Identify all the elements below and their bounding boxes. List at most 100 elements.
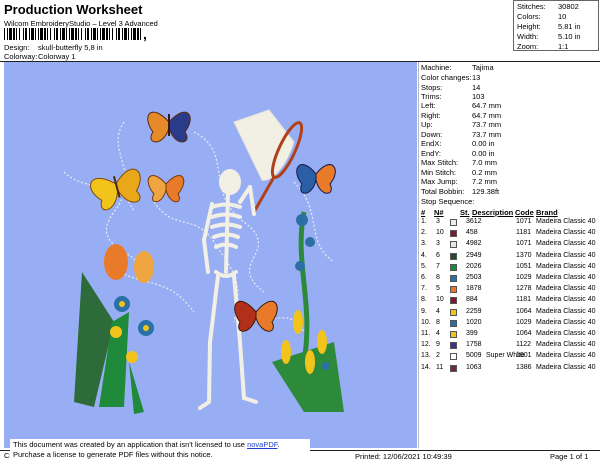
row-num: 3. <box>421 240 427 248</box>
machine-row: EndX: 0.00 in <box>421 139 495 148</box>
machine-row: Left: 64.7 mm <box>421 101 502 110</box>
design-label: Design: <box>4 43 30 52</box>
table-row: 9. 4 2259 1064 Madeira Classic 40 <box>420 308 600 319</box>
butterfly-orange-top <box>147 111 191 143</box>
row-brand: Madeira Classic 40 <box>536 363 596 371</box>
row-brand: Madeira Classic 40 <box>536 274 596 281</box>
row-code: 1001 <box>516 352 532 360</box>
row-num: 14. <box>421 363 431 371</box>
row-brand: Madeira Classic 40 <box>536 296 596 304</box>
row-num: 10. <box>421 318 431 326</box>
flowers-right <box>272 211 344 412</box>
row-code: 1071 <box>516 218 532 225</box>
row-stitches: 5009 <box>466 352 482 360</box>
machine-row: Total Bobbin: 129.38ft <box>421 187 500 196</box>
row-num: 8. <box>421 296 427 304</box>
col-header-code: Code <box>515 208 534 217</box>
row-stitches: 1063 <box>466 363 482 371</box>
col-header-num: # <box>421 208 426 217</box>
row-stitches: 2259 <box>466 307 482 315</box>
row-num: 9. <box>421 307 427 315</box>
stat-colors: Colors: 10 <box>517 12 567 21</box>
printed-timestamp: Printed: 12/06/2021 10:49:39 <box>355 452 452 461</box>
color-swatch <box>450 353 457 361</box>
row-code: 1029 <box>516 274 532 281</box>
row-num: 4. <box>421 251 427 259</box>
notice-text-2: Purchase a license to generate PDF files… <box>13 450 213 459</box>
row-needle: 2 <box>436 352 440 360</box>
stats-box: Stitches: 30802 Colors: 10 Height: 5.81 in … <box>513 0 599 51</box>
row-brand: Madeira Classic 40 <box>536 318 596 326</box>
colorway-value: Colorway 1 <box>38 52 76 61</box>
table-row: 2. 10 458 1181 Madeira Classic 40 <box>420 229 600 240</box>
row-needle: 10 <box>436 229 444 237</box>
row-stitches: 884 <box>466 296 478 304</box>
color-swatch <box>450 286 457 294</box>
row-code: 1064 <box>516 307 532 315</box>
colorway-label: Colorway: <box>4 52 38 61</box>
software-subtitle: Wilcom EmbroideryStudio – Level 3 Advanc… <box>4 19 158 28</box>
row-stitches: 1758 <box>466 341 482 349</box>
notice-text: This document was created by an applicat… <box>13 440 248 449</box>
color-swatch <box>450 308 457 316</box>
color-swatch <box>450 263 457 271</box>
row-code: 1071 <box>516 240 532 248</box>
color-swatch <box>450 230 457 238</box>
row-num: 11. <box>421 330 431 337</box>
stat-width: Width: 5.10 in <box>517 32 581 41</box>
row-num: 12. <box>421 341 431 349</box>
row-stitches: 2949 <box>466 251 482 259</box>
table-row: 10. 8 1020 1029 Madeira Classic 40 <box>420 319 600 330</box>
machine-row: Machine: Tajima <box>421 63 494 72</box>
row-stitches: 2503 <box>466 274 482 281</box>
barcode-suffix: , <box>143 26 147 42</box>
novapdf-link[interactable]: novaPDF <box>247 440 277 449</box>
table-row: 12. 9 1758 1122 Madeira Classic 40 <box>420 341 600 352</box>
row-needle: 7 <box>436 262 440 270</box>
table-row: 7. 5 1878 1278 Madeira Classic 40 <box>420 285 600 296</box>
color-swatch <box>450 342 457 350</box>
color-swatch <box>450 364 457 372</box>
row-brand: Madeira Classic 40 <box>536 229 596 237</box>
stat-height: Height: 5.81 in <box>517 22 581 31</box>
col-header-desc: Description <box>472 208 514 217</box>
row-code: 1181 <box>516 229 532 237</box>
color-swatch <box>450 331 457 338</box>
row-needle: 5 <box>436 285 440 293</box>
table-row: 8. 10 884 1181 Madeira Classic 40 <box>420 296 600 307</box>
row-stitches: 1878 <box>466 285 482 293</box>
row-code: 1370 <box>516 251 532 259</box>
page-title: Production Worksheet <box>4 2 143 17</box>
row-stitches: 1020 <box>466 318 482 326</box>
row-needle: 9 <box>436 341 440 349</box>
row-needle: 4 <box>436 330 440 337</box>
color-swatch <box>450 219 457 226</box>
notice-end: . <box>277 440 280 449</box>
color-swatch <box>450 297 457 305</box>
stat-stitches: Stitches: 30802 <box>517 2 579 11</box>
col-header-brand: Brand <box>536 208 558 217</box>
color-swatch <box>450 275 457 282</box>
color-swatch <box>450 241 457 249</box>
stat-zoom: Zoom: 1:1 <box>517 42 569 51</box>
row-brand: Madeira Classic 40 <box>536 285 596 293</box>
row-stitches: 399 <box>466 330 478 337</box>
row-num: 13. <box>421 352 431 360</box>
row-brand: Madeira Classic 40 <box>536 240 596 248</box>
row-brand: Madeira Classic 40 <box>536 262 596 270</box>
row-needle: 10 <box>436 296 444 304</box>
table-row: 1. 3 3612 1071 Madeira Classic 40 <box>420 218 600 229</box>
table-row: 6. 8 2503 1029 Madeira Classic 40 <box>420 274 600 285</box>
row-stitches: 458 <box>466 229 478 237</box>
row-code: 1051 <box>516 262 532 270</box>
machine-row: Up: 73.7 mm <box>421 120 502 129</box>
row-brand: Madeira Classic 40 <box>536 307 596 315</box>
row-brand: Madeira Classic 40 <box>536 341 596 349</box>
butterfly-orange-mid <box>147 175 185 203</box>
col-header-st: St. <box>460 208 470 217</box>
row-needle: 8 <box>436 318 440 326</box>
col-header-n: N# <box>434 208 444 217</box>
license-notice: This document was created by an applicat… <box>10 439 310 463</box>
table-row: 13. 2 5009 Super White 1001 Madeira Classic 4… <box>420 352 600 363</box>
row-needle: 3 <box>436 218 440 225</box>
